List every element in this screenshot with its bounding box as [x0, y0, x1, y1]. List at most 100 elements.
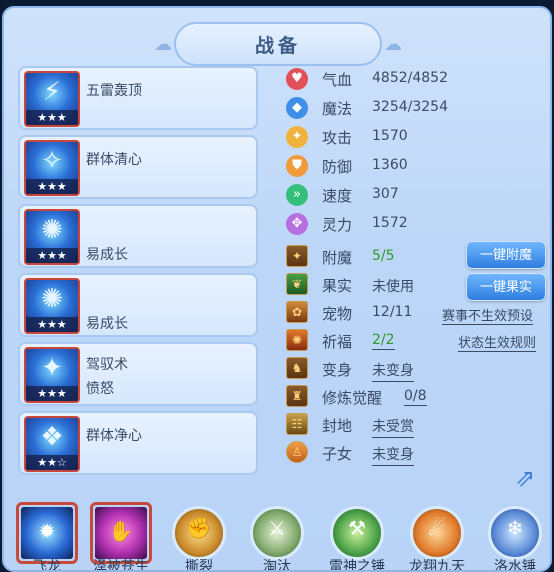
- skill-name: 群体净心: [86, 428, 142, 444]
- stat-label: 速度: [322, 187, 353, 205]
- talent-bar: ✹ 飞龙 ✋ 泽被苍生 ✊ 撕裂 ⚔ 淘汰 ⚒ 雷神之锤 ☄ 龙翔九天 ❄ 洛水…: [4, 500, 550, 572]
- burst-icon: ✺: [41, 215, 63, 245]
- info-label: 修炼觉醒: [322, 389, 383, 407]
- skill-card[interactable]: ❖ ★★☆ 群体净心: [18, 411, 258, 475]
- skill-name: 五雷轰顶: [86, 83, 142, 99]
- info-value[interactable]: 0/8: [404, 388, 427, 406]
- transform-icon: ♞: [286, 357, 308, 379]
- talent-name: 雷神之锤: [329, 559, 385, 572]
- talent-slot[interactable]: ✊: [168, 502, 230, 564]
- title-bar: ☁ 战备 ☁: [154, 22, 402, 66]
- info-value[interactable]: 未变身: [372, 444, 414, 466]
- stat-label: 灵力: [322, 216, 353, 234]
- diamond-icon: ❖: [40, 422, 64, 452]
- pet-icon: ✿: [286, 301, 308, 323]
- cloud-ornament-icon: ☁: [154, 34, 172, 55]
- stat-value: 1570: [372, 128, 408, 144]
- skill-card[interactable]: ✺ ★★★ 易成长: [18, 204, 258, 268]
- skill-icon: ⚡ ★★★: [24, 71, 80, 127]
- battle-prep-panel: ☁ 战备 ☁ ⚡ ★★★ 五雷轰顶 ✧ ★★★ 群体清心 ✺ ★★★ 易成长 ✺…: [2, 6, 552, 572]
- skill-icon: ✧ ★★★: [24, 140, 80, 196]
- one-click-enchant-button[interactable]: 一键附魔: [466, 241, 546, 269]
- talent-name: 泽被苍生: [93, 559, 149, 572]
- mana-icon: ◆: [286, 97, 308, 119]
- skill-sub-name: 愤怒: [86, 381, 114, 397]
- info-label: 附魔: [322, 249, 353, 267]
- skill-icon: ✦ ★★★: [24, 347, 80, 403]
- stat-value: 1360: [372, 157, 408, 173]
- stat-value: 4852/4852: [372, 70, 448, 86]
- info-label: 封地: [322, 417, 353, 435]
- sword-icon: ✦: [286, 126, 308, 148]
- star-rating: ★★☆: [26, 455, 78, 470]
- children-icon: ♙: [286, 441, 308, 463]
- info-children: ♙ 子女 未变身: [286, 440, 548, 466]
- heart-icon: ♥: [286, 68, 308, 90]
- skill-icon: ❖ ★★☆: [24, 416, 80, 472]
- status-rules-link[interactable]: 状态生效规则: [458, 332, 537, 352]
- skill-name: 驾驭术: [86, 357, 128, 373]
- shield-icon: ⛊: [286, 155, 308, 177]
- star-rating: ★★★: [26, 317, 78, 332]
- talent-slot[interactable]: ✋: [90, 502, 152, 564]
- info-value[interactable]: 2/2: [372, 332, 395, 350]
- hand-icon: ✋: [108, 519, 134, 543]
- info-label: 果实: [322, 277, 353, 295]
- blessing-icon: ✺: [286, 329, 308, 351]
- talent-name: 洛水锤: [494, 559, 536, 572]
- info-value: 未使用: [372, 279, 414, 295]
- lightning-icon: ⚡: [42, 77, 62, 107]
- info-value: 12/11: [372, 304, 413, 320]
- stat-speed: » 速度 307: [286, 182, 548, 208]
- info-label: 子女: [322, 445, 353, 463]
- skill-card[interactable]: ✦ ★★★ 驾驭术 愤怒: [18, 342, 258, 406]
- skill-card[interactable]: ✺ ★★★ 易成长: [18, 273, 258, 337]
- speed-icon: »: [286, 184, 308, 206]
- skill-card[interactable]: ✧ ★★★ 群体清心: [18, 135, 258, 199]
- fist-icon: ✊: [186, 516, 212, 540]
- talent-name: 龙翔九天: [409, 559, 465, 572]
- skill-icon: ✺ ★★★: [24, 278, 80, 334]
- comet-icon: ☄: [428, 516, 446, 540]
- fruit-icon: ❦: [286, 273, 308, 295]
- stat-value: 1572: [372, 215, 408, 231]
- hammer-icon: ⚒: [348, 516, 366, 540]
- skill-card[interactable]: ⚡ ★★★ 五雷轰顶: [18, 66, 258, 130]
- stat-value: 3254/3254: [372, 99, 448, 115]
- season-preset-link[interactable]: 赛事不生效预设: [442, 305, 534, 325]
- stat-value: 307: [372, 186, 399, 202]
- talent-slot[interactable]: ☄: [406, 502, 468, 564]
- stat-defense: ⛊ 防御 1360: [286, 153, 548, 179]
- talent-slot[interactable]: ✹: [16, 502, 78, 564]
- talent-slot[interactable]: ⚔: [246, 502, 308, 564]
- info-value[interactable]: 未变身: [372, 360, 414, 382]
- stat-label: 攻击: [322, 129, 353, 147]
- stat-label: 魔法: [322, 100, 353, 118]
- spirit-icon: ✥: [286, 213, 308, 235]
- enchant-icon: ✦: [286, 245, 308, 267]
- burst-icon: ✺: [41, 284, 63, 314]
- star-rating: ★★★: [26, 179, 78, 194]
- star-rating: ★★★: [26, 110, 78, 125]
- orb-icon: ✹: [38, 519, 56, 543]
- skill-name: 易成长: [86, 316, 128, 332]
- page-title: 战备: [254, 34, 301, 57]
- info-value: 5/5: [372, 248, 395, 264]
- talent-name: 撕裂: [185, 559, 213, 572]
- info-label: 宠物: [322, 305, 353, 323]
- star-burst-icon: ✦: [41, 353, 63, 383]
- stat-label: 防御: [322, 158, 353, 176]
- talent-slot[interactable]: ⚒: [326, 502, 388, 564]
- info-value[interactable]: 未受赏: [372, 416, 414, 438]
- one-click-fruit-button[interactable]: 一键果实: [466, 273, 546, 301]
- cultivation-icon: ♜: [286, 385, 308, 407]
- talent-slot[interactable]: ❄: [484, 502, 546, 564]
- cloud-ornament-icon: ☁: [384, 34, 402, 55]
- ice-icon: ❄: [506, 516, 524, 540]
- share-icon[interactable]: ⇗: [510, 464, 540, 492]
- info-label: 祈福: [322, 333, 353, 351]
- skill-name: 易成长: [86, 247, 128, 263]
- stat-mp: ◆ 魔法 3254/3254: [286, 95, 548, 121]
- info-fief: ☷ 封地 未受赏: [286, 412, 548, 438]
- star-rating: ★★★: [26, 386, 78, 401]
